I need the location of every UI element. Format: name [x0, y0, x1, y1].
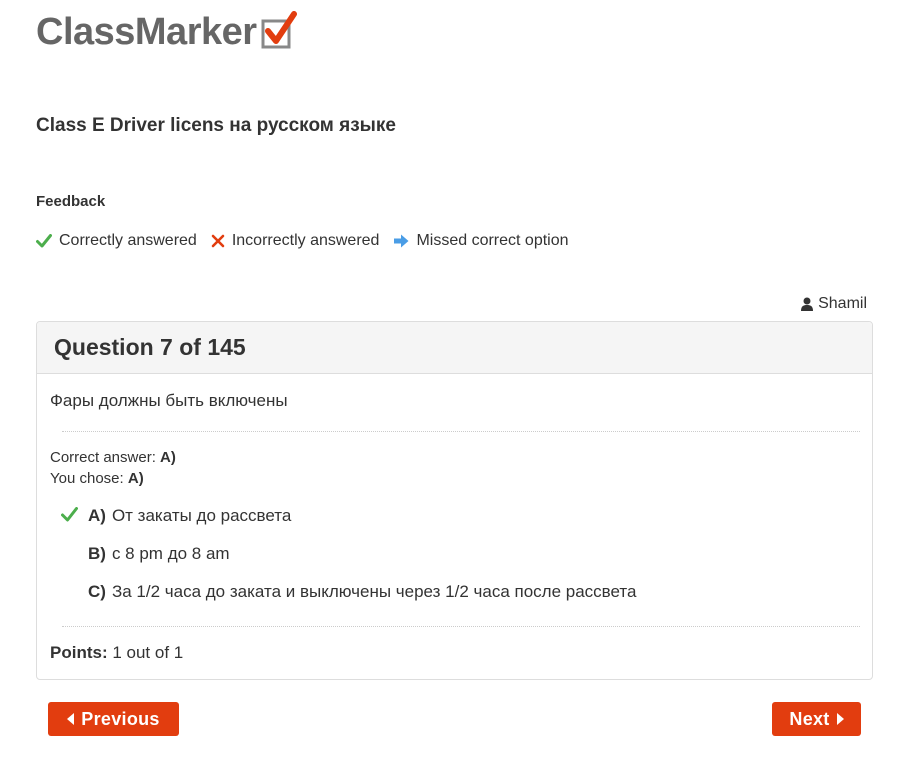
legend-incorrect-label: Incorrectly answered	[231, 232, 380, 249]
you-chose-label: You chose:	[50, 470, 124, 487]
points-value: 1 out of 1	[112, 643, 184, 662]
blue-arrow-right-icon	[394, 234, 409, 248]
points-line: Points: 1 out of 1	[50, 643, 183, 663]
option-letter: A)	[88, 506, 106, 525]
caret-left-icon	[67, 713, 75, 725]
option-text: От закаты до рассвета	[111, 506, 292, 525]
legend-correct: Correctly answered	[36, 232, 197, 250]
option-a: A) От закаты до рассвета	[61, 506, 292, 526]
question-number: Question 7 of 145	[54, 334, 246, 360]
points-label: Points:	[50, 643, 108, 662]
correct-answer-line: Correct answer: A)	[50, 449, 176, 466]
option-b: B) с 8 pm до 8 am	[88, 544, 230, 564]
question-header: Question 7 of 145	[37, 322, 872, 374]
classmarker-logo: ClassMarker	[36, 10, 297, 54]
divider	[62, 626, 860, 627]
correct-answer-value: A)	[160, 449, 176, 466]
next-label: Next	[789, 708, 830, 729]
green-check-icon	[61, 507, 78, 522]
feedback-label: Feedback	[36, 193, 106, 210]
question-text: Фары должны быть включены	[50, 391, 288, 410]
green-check-icon	[36, 234, 52, 248]
logo-checkbox-icon	[261, 10, 297, 54]
legend-incorrect: Incorrectly answered	[211, 232, 380, 250]
option-c: C) За 1/2 часа до заката и выключены чер…	[88, 582, 636, 602]
next-button[interactable]: Next	[772, 702, 861, 736]
you-chose-value: A)	[127, 470, 144, 487]
test-title: Class E Driver licens на русском языке	[36, 115, 396, 136]
legend-correct-label: Correctly answered	[59, 232, 197, 249]
previous-label: Previous	[81, 708, 160, 729]
legend-missed-label: Missed correct option	[416, 232, 569, 249]
option-text: с 8 pm до 8 am	[111, 544, 230, 563]
legend-missed: Missed correct option	[393, 232, 569, 250]
option-letter: B)	[88, 544, 106, 563]
user-icon	[801, 297, 814, 311]
divider	[62, 431, 860, 432]
option-text: За 1/2 часа до заката и выключены через …	[111, 582, 637, 601]
red-cross-icon	[211, 234, 225, 248]
caret-right-icon	[836, 713, 844, 725]
user-info: Shamil	[801, 295, 867, 313]
option-letter: C)	[88, 582, 106, 601]
you-chose-line: You chose: A)	[50, 470, 144, 487]
feedback-legend: Correctly answered Incorrectly answered …	[36, 232, 583, 250]
previous-button[interactable]: Previous	[48, 702, 179, 736]
user-name: Shamil	[818, 295, 867, 312]
logo-text: ClassMarker	[36, 10, 257, 53]
correct-answer-label: Correct answer:	[50, 449, 156, 466]
question-panel: Question 7 of 145 Фары должны быть включ…	[36, 321, 873, 680]
